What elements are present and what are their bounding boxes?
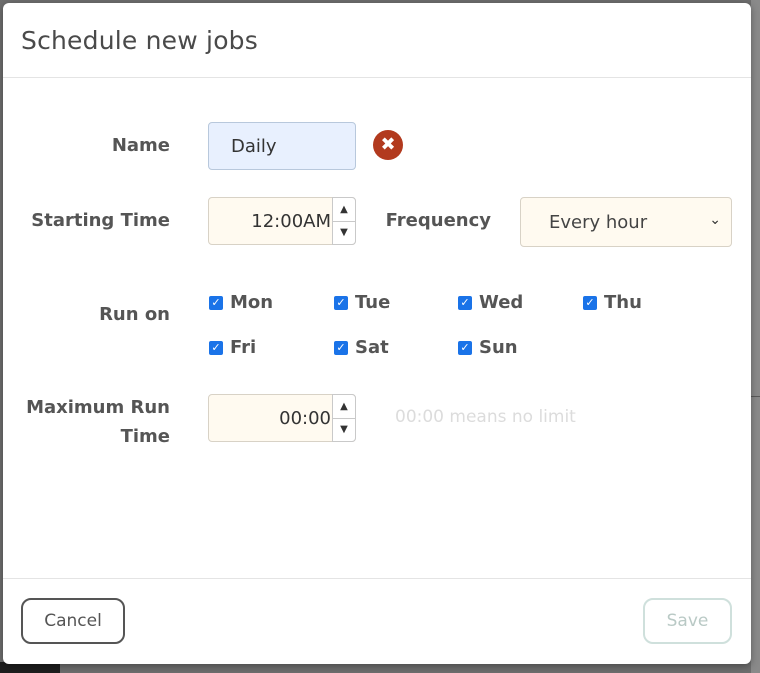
max-run-label-line2: Time	[120, 426, 170, 447]
day-label: Mon	[230, 292, 274, 313]
background-page-edge	[751, 0, 760, 673]
schedule-jobs-dialog: Schedule new jobs Name Daily ✖ Starting …	[3, 3, 751, 664]
starting-time-stepper: ▲ ▼	[332, 197, 356, 245]
frequency-select[interactable]: Every hour ⌄	[520, 197, 732, 247]
day-checkbox-sat[interactable]: ✓ Sat	[334, 337, 389, 358]
checkbox-checked-icon[interactable]: ✓	[209, 295, 223, 310]
decrement-button[interactable]: ▼	[333, 222, 355, 245]
day-checkbox-mon[interactable]: ✓ Mon	[209, 292, 273, 313]
checkbox-checked-icon[interactable]: ✓	[583, 295, 597, 310]
starting-time-input[interactable]: 12:00AM ▲ ▼	[208, 197, 356, 245]
checkbox-checked-icon[interactable]: ✓	[334, 295, 348, 310]
day-label: Tue	[355, 292, 391, 313]
max-run-hint: 00:00 means no limit	[395, 407, 576, 427]
starting-time-value: 12:00AM	[251, 210, 331, 232]
day-label: Fri	[230, 337, 257, 358]
checkbox-checked-icon[interactable]: ✓	[334, 340, 348, 355]
save-button[interactable]: Save	[643, 598, 732, 644]
background-divider	[751, 396, 760, 397]
decrement-button[interactable]: ▼	[333, 419, 355, 442]
clear-name-icon[interactable]: ✖	[373, 130, 403, 160]
starting-time-label: Starting Time	[31, 210, 170, 231]
run-on-label: Run on	[99, 304, 170, 325]
increment-button[interactable]: ▲	[333, 198, 355, 222]
name-label: Name	[111, 135, 170, 156]
frequency-selected-value: Every hour	[549, 211, 648, 233]
max-run-time-value: 00:00	[279, 407, 331, 429]
day-label: Wed	[479, 292, 524, 313]
day-checkbox-wed[interactable]: ✓ Wed	[458, 292, 523, 313]
day-checkbox-fri[interactable]: ✓ Fri	[209, 337, 256, 358]
chevron-down-icon: ⌄	[709, 212, 721, 228]
max-run-time-stepper: ▲ ▼	[332, 394, 356, 442]
dialog-footer: Cancel Save	[3, 578, 751, 664]
checkbox-checked-icon[interactable]: ✓	[458, 295, 472, 310]
cancel-button[interactable]: Cancel	[21, 598, 125, 644]
frequency-label: Frequency	[385, 210, 491, 231]
checkbox-checked-icon[interactable]: ✓	[458, 340, 472, 355]
increment-button[interactable]: ▲	[333, 395, 355, 419]
day-checkbox-tue[interactable]: ✓ Tue	[334, 292, 390, 313]
max-run-time-label: Maximum Run Time	[26, 393, 170, 451]
day-checkbox-thu[interactable]: ✓ Thu	[583, 292, 642, 313]
dialog-header: Schedule new jobs	[3, 3, 751, 78]
name-input[interactable]: Daily	[208, 122, 356, 170]
name-input-value: Daily	[231, 135, 277, 157]
day-label: Thu	[604, 292, 642, 313]
checkbox-checked-icon[interactable]: ✓	[209, 340, 223, 355]
day-checkbox-sun[interactable]: ✓ Sun	[458, 337, 518, 358]
max-run-label-line1: Maximum Run	[26, 397, 170, 418]
day-label: Sat	[355, 337, 389, 358]
dialog-title: Schedule new jobs	[21, 25, 258, 55]
max-run-time-input[interactable]: 00:00 ▲ ▼	[208, 394, 356, 442]
day-label: Sun	[479, 337, 518, 358]
